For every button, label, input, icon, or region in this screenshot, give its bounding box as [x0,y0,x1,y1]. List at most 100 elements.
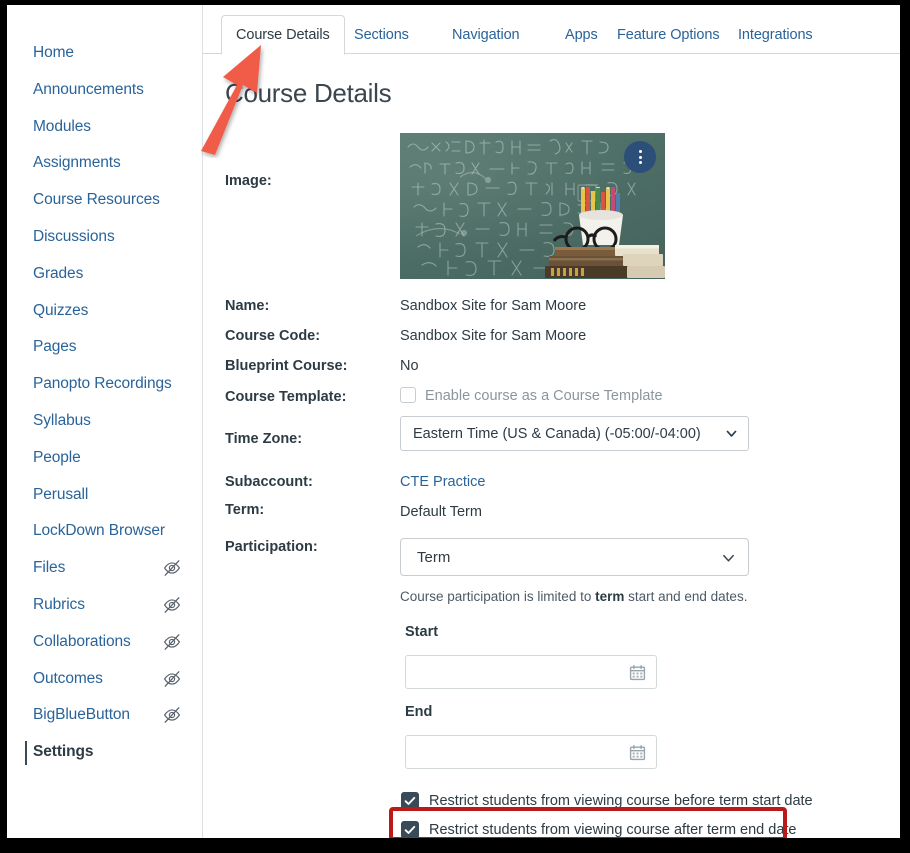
blueprint-course-value: No [400,358,419,374]
subaccount-label: Subaccount: [225,474,313,490]
sidebar-item-label: Syllabus [33,412,91,429]
restrict-before-start-checkbox[interactable] [401,792,419,810]
time-zone-select[interactable]: Eastern Time (US & Canada) (-05:00/-04:0… [400,416,749,451]
eye-slash-hidden-icon [163,670,181,687]
canvas-lms-course-settings-screen: Home Announcements Modules Assignments Cours… [7,5,900,838]
sidebar-item-label: Panopto Recordings [33,375,172,393]
image-label: Image: [225,173,272,189]
sidebar-item-files[interactable]: Files [33,556,203,580]
sidebar-item-label: Settings [33,743,94,761]
kebab-dot [638,161,642,164]
sidebar-item-quizzes[interactable]: Quizzes [33,299,203,323]
tab-label: Sections [354,26,409,43]
end-date-input[interactable] [405,735,657,769]
tab-navigation[interactable]: Navigation [438,15,534,54]
participation-selected-value: Term [417,548,451,566]
sidebar-item-outcomes[interactable]: Outcomes [33,667,203,691]
tab-feature-options[interactable]: Feature Options [603,15,733,54]
calendar-icon[interactable] [629,664,646,681]
sidebar-item-perusall[interactable]: Perusall [33,483,203,507]
tab-course-details[interactable]: Course Details [221,15,345,55]
participation-select[interactable]: Term [400,538,749,576]
participation-help-text: Course participation is limited to term … [400,589,747,604]
course-navigation-sidebar: Home Announcements Modules Assignments Cours… [7,5,203,838]
sidebar-item-label: Files [33,559,66,577]
page-title: Course Details [225,78,392,108]
sidebar-item-panopto-recordings[interactable]: Panopto Recordings [33,372,203,396]
participation-help-prefix: Course participation is limited to [400,589,596,604]
chevron-down-icon [723,554,734,562]
course-code-value: Sandbox Site for Sam Moore [400,328,587,344]
sidebar-item-people[interactable]: People [33,446,203,470]
books-pencils-glasses-illustration [545,187,665,278]
sidebar-item-label: Assignments [33,154,121,172]
tab-integrations[interactable]: Integrations [724,15,827,54]
end-date-label: End [405,704,433,720]
sidebar-item-home[interactable]: Home [33,41,203,65]
tab-label: Integrations [738,26,813,43]
tab-sections[interactable]: Sections [340,15,423,54]
sidebar-item-settings[interactable]: Settings [25,740,203,766]
sidebar-item-course-resources[interactable]: Course Resources [33,188,203,212]
course-template-checkbox[interactable] [400,387,416,403]
sidebar-item-label: Announcements [33,80,144,98]
course-template-checkbox-label: Enable course as a Course Template [425,388,663,404]
time-zone-label: Time Zone: [225,431,303,447]
sidebar-item-modules[interactable]: Modules [33,115,203,139]
eye-slash-hidden-icon [163,560,181,577]
sidebar-item-label: Discussions [33,228,115,245]
kebab-dot [638,155,642,159]
tab-label: Navigation [452,26,520,43]
tab-label: Apps [565,26,598,43]
sidebar-item-grades[interactable]: Grades [33,262,203,286]
term-label: Term: [225,502,265,518]
sidebar-item-discussions[interactable]: Discussions [33,225,203,249]
sidebar-item-label: Collaborations [33,632,131,650]
checkmark-icon [404,825,416,834]
eye-slash-hidden-icon [163,707,181,724]
start-date-label: Start [405,624,439,640]
sidebar-item-label: Quizzes [33,301,89,319]
chevron-down-icon [726,430,737,437]
name-label: Name: [225,298,270,314]
settings-tab-bar: Course Details Sections Navigation Apps Feat… [203,5,900,55]
sidebar-item-label: Pages [33,338,77,356]
sidebar-item-label: Course Resources [33,191,160,209]
restrict-before-start-row[interactable]: Restrict students from viewing course be… [401,790,813,812]
sidebar-item-pages[interactable]: Pages [33,335,203,359]
restrict-after-end-checkbox[interactable] [401,821,419,838]
course-template-label: Course Template: [225,389,347,405]
calendar-icon[interactable] [629,744,646,761]
eye-slash-hidden-icon [163,597,181,613]
start-date-input[interactable] [405,655,657,689]
sidebar-item-collaborations[interactable]: Collaborations [33,630,203,654]
sidebar-item-label: LockDown Browser [33,522,165,540]
sidebar-item-bigbluebutton[interactable]: BigBlueButton [33,703,203,727]
sidebar-item-label: People [33,448,81,466]
subaccount-link[interactable]: CTE Practice [400,474,485,490]
checkmark-icon [404,796,416,805]
eye-slash-hidden-icon [163,633,181,650]
sidebar-item-announcements[interactable]: Announcements [33,78,203,102]
name-value: Sandbox Site for Sam Moore [400,298,587,314]
time-zone-selected-value: Eastern Time (US & Canada) (-05:00/-04:0… [413,425,701,442]
kebab-dot [638,150,642,153]
blueprint-course-label: Blueprint Course: [225,358,348,374]
sidebar-item-syllabus[interactable]: Syllabus [33,409,203,433]
sidebar-item-assignments[interactable]: Assignments [33,151,203,175]
sidebar-item-label: Perusall [33,485,89,503]
sidebar-item-rubrics[interactable]: Rubrics [33,593,203,617]
restrict-after-end-row[interactable]: Restrict students from viewing course af… [401,819,797,838]
term-value: Default Term [400,504,482,520]
sidebar-item-label: BigBlueButton [33,706,130,724]
restrict-before-start-label: Restrict students from viewing course be… [429,793,813,809]
sidebar-item-label: Outcomes [33,669,103,687]
course-details-content: Course Details Image: Name: Sandbox Site… [203,54,900,838]
participation-help-suffix: start and end dates. [624,589,748,604]
tab-label: Course Details [236,27,330,43]
sidebar-item-label: Modules [33,117,91,135]
participation-label: Participation: [225,539,318,555]
course-image-options-button[interactable] [624,141,656,173]
course-code-label: Course Code: [225,328,321,344]
sidebar-item-lockdown-browser[interactable]: LockDown Browser [33,519,203,543]
